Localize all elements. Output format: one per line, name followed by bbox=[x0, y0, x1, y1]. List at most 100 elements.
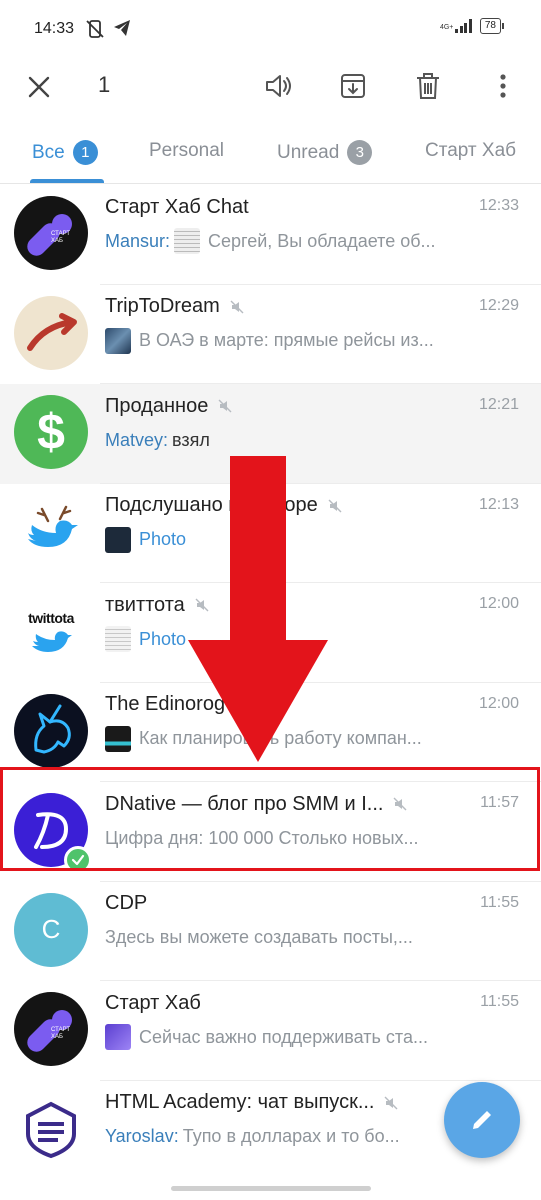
status-icons bbox=[84, 18, 132, 40]
message-thumbnail bbox=[105, 725, 131, 752]
tab-indicator bbox=[30, 179, 104, 183]
avatar: C bbox=[14, 892, 88, 967]
avatar: $ bbox=[14, 395, 88, 469]
message-thumbnail bbox=[105, 1024, 131, 1050]
chat-time: 11:57 bbox=[480, 794, 519, 811]
chat-item[interactable]: The Edinorog 12:00 Как планировать работ… bbox=[0, 683, 541, 782]
archive-button[interactable] bbox=[333, 66, 373, 106]
avatar bbox=[14, 494, 88, 569]
chat-item[interactable]: TripToDream 12:29 В ОАЭ в марте: прямые … bbox=[0, 285, 541, 384]
muted-icon bbox=[235, 698, 249, 711]
system-nav-bar bbox=[0, 1170, 541, 1200]
muted-icon bbox=[393, 797, 407, 811]
message-sender: Mansur: bbox=[105, 230, 171, 251]
message-thumbnail bbox=[105, 526, 131, 553]
avatar: СТАРТ ХАБ bbox=[14, 196, 88, 270]
message-preview: Сергей, Вы обладаете об... bbox=[208, 230, 436, 251]
chat-name: HTML Academy: чат выпуск... bbox=[105, 1091, 375, 1113]
telegram-icon bbox=[114, 20, 130, 36]
chat-item[interactable]: СТАРТ ХАБ Старт Хаб Chat 12:33 Mansur: С… bbox=[0, 185, 541, 285]
chat-time: 12:00 bbox=[478, 694, 519, 712]
tab-label: Все bbox=[32, 141, 65, 163]
message-preview: Сейчас важно поддерживать ста... bbox=[139, 1026, 428, 1047]
svg-text:$: $ bbox=[37, 404, 65, 460]
signal-icon bbox=[455, 19, 472, 33]
chat-name: Старт Хаб Chat bbox=[105, 195, 249, 218]
avatar bbox=[14, 295, 88, 370]
muted-icon bbox=[230, 300, 244, 313]
unicorn-icon bbox=[34, 704, 71, 753]
chat-name: CDP bbox=[105, 892, 148, 914]
avatar-text: СТАРТ ХАБ bbox=[51, 231, 70, 244]
muted-icon bbox=[195, 598, 209, 612]
message-sender: Yaroslav: bbox=[105, 1126, 179, 1146]
message-sender: Matvey: bbox=[105, 429, 169, 450]
chat-item[interactable]: Подслушано в твиторе 12:13 Photo bbox=[0, 484, 541, 583]
delete-button[interactable] bbox=[408, 66, 448, 106]
speaker-icon bbox=[266, 75, 291, 97]
chat-time: 11:55 bbox=[480, 993, 519, 1010]
archive-icon bbox=[341, 74, 365, 98]
folder-tabs: Все 1 Personal Unread 3 Старт Хаб bbox=[0, 130, 541, 184]
chat-item[interactable]: C CDP 11:55 Здесь вы можете создавать по… bbox=[0, 882, 541, 981]
message-preview: Как планировать работу компан... bbox=[139, 728, 422, 748]
chat-item[interactable]: twittota твиттота 12:00 Photo bbox=[0, 583, 541, 683]
chat-item[interactable]: СТАРТ ХАБ Старт Хаб 11:55 Сейчас важно п… bbox=[0, 981, 541, 1081]
battery-level: 78 bbox=[484, 20, 496, 31]
chat-time: 12:13 bbox=[478, 495, 519, 513]
tab-personal[interactable]: Personal bbox=[149, 140, 224, 162]
chat-time: 11:55 bbox=[480, 893, 519, 911]
selected-check-icon bbox=[64, 846, 92, 874]
battery-icon: 78 bbox=[479, 18, 505, 34]
chat-name: TripToDream bbox=[105, 295, 220, 317]
message-thumbnail bbox=[105, 327, 131, 354]
message-thumbnail bbox=[105, 626, 131, 652]
chat-time: 12:33 bbox=[478, 197, 519, 214]
message-preview: Здесь вы можете создавать посты,... bbox=[105, 927, 413, 947]
tab-start-hub[interactable]: Старт Хаб bbox=[425, 140, 516, 162]
tab-all[interactable]: Все 1 bbox=[32, 140, 98, 165]
status-time: 14:33 bbox=[34, 20, 75, 37]
chat-time: 12:29 bbox=[478, 296, 519, 314]
message-preview: взял bbox=[172, 429, 210, 450]
pencil-icon bbox=[473, 1111, 491, 1129]
dollar-icon: $ bbox=[37, 404, 65, 460]
chat-item-selected[interactable]: DNative — блог про SMM и I... 11:57 Цифр… bbox=[0, 782, 541, 882]
home-gesture-handle[interactable] bbox=[171, 1186, 371, 1191]
chat-name: Проданное bbox=[105, 394, 209, 417]
tab-badge: 3 bbox=[347, 140, 373, 165]
avatar bbox=[14, 693, 88, 768]
compose-button[interactable] bbox=[444, 1082, 520, 1158]
chat-time: 12:21 bbox=[478, 396, 519, 413]
chat-name: DNative — блог про SMM и I... bbox=[105, 792, 384, 815]
muted-icon bbox=[384, 1096, 398, 1109]
vibrate-off-icon bbox=[86, 20, 104, 38]
chat-name: The Edinorog bbox=[105, 693, 226, 715]
avatar: СТАРТ ХАБ bbox=[14, 992, 88, 1066]
chat-name: Старт Хаб bbox=[105, 991, 201, 1014]
chat-item[interactable]: $ Проданное 12:21 Matvey: взял bbox=[0, 384, 541, 484]
message-preview: Цифра дня: 100 000 Столько новых... bbox=[105, 827, 419, 848]
close-icon[interactable] bbox=[22, 70, 56, 104]
chat-name: Подслушано в твиторе bbox=[105, 494, 318, 516]
more-vert-icon bbox=[500, 74, 506, 98]
trash-icon bbox=[417, 73, 439, 99]
html-academy-logo-icon bbox=[26, 1101, 76, 1158]
bird-with-antlers-icon bbox=[28, 505, 78, 547]
message-preview: Photo bbox=[139, 628, 187, 649]
unmute-button[interactable] bbox=[259, 66, 299, 106]
tab-label: Personal bbox=[149, 140, 224, 161]
tab-label: Unread bbox=[277, 141, 340, 163]
tab-unread[interactable]: Unread 3 bbox=[277, 140, 373, 165]
selection-action-bar: 1 bbox=[0, 60, 541, 120]
avatar: twittota bbox=[14, 594, 88, 668]
message-thumbnail bbox=[174, 228, 201, 254]
chat-list: СТАРТ ХАБ Старт Хаб Chat 12:33 Mansur: С… bbox=[0, 185, 541, 1180]
avatar-letter: C bbox=[41, 914, 61, 944]
tab-label: Старт Хаб bbox=[425, 140, 517, 161]
message-preview: Тупо в долларах и то бо... bbox=[182, 1126, 400, 1146]
more-options-button[interactable] bbox=[483, 66, 523, 106]
status-bar: 14:33 4G+ 78 bbox=[0, 0, 541, 60]
tab-badge: 1 bbox=[72, 140, 98, 165]
network-type: 4G+ bbox=[439, 24, 454, 31]
